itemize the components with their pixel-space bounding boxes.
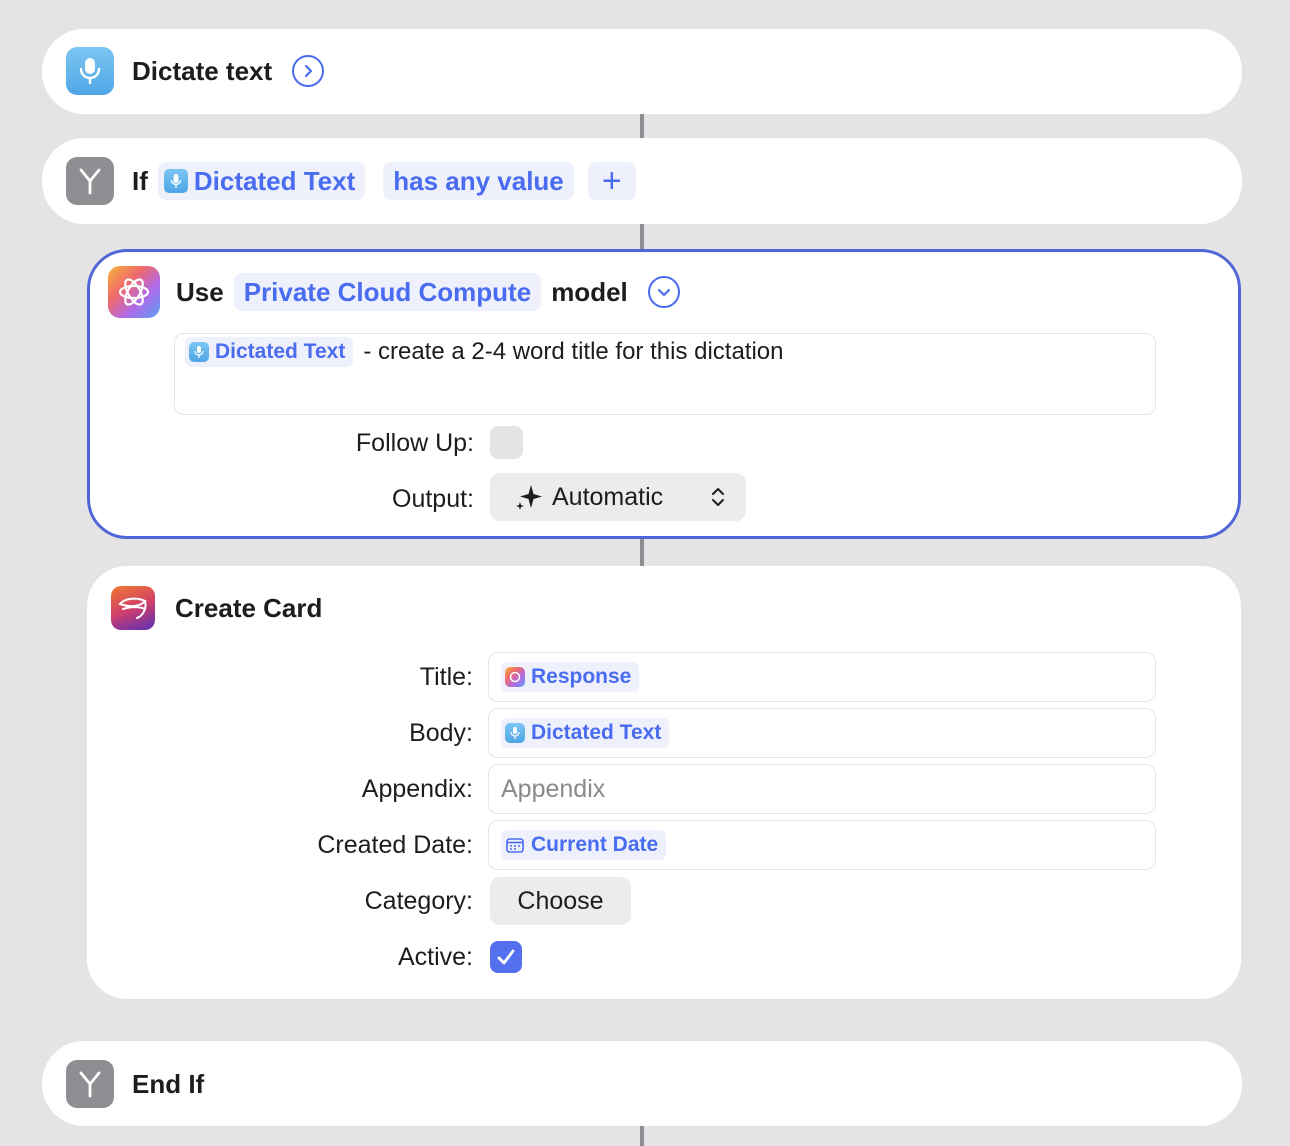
current-date-variable[interactable]: Current Date (501, 830, 667, 860)
connector-line (640, 224, 644, 250)
current-date-label: Current Date (531, 833, 659, 856)
title-label: Title: (419, 663, 473, 691)
dictated-text-label: Dictated Text (193, 165, 356, 196)
add-condition-button[interactable]: + (587, 161, 636, 200)
create-card-title: Create Card (175, 592, 323, 623)
chevron-down-icon[interactable] (647, 276, 680, 308)
dictated-text-label: Dictated Text (531, 721, 662, 744)
category-choose-button[interactable]: Choose (490, 877, 631, 925)
dictated-text-label: Dictated Text (215, 340, 346, 363)
microphone-icon (505, 723, 525, 743)
branch-icon (66, 1060, 114, 1108)
condition-selector[interactable]: has any value (383, 162, 574, 200)
created-date-label: Created Date: (317, 831, 473, 859)
output-value: Automatic (552, 482, 664, 511)
prompt-text: - create a 2-4 word title for this dicta… (363, 338, 784, 365)
active-checkbox[interactable] (490, 941, 522, 973)
microphone-icon (163, 169, 188, 193)
create-card-action[interactable]: Create Card Title: Response Body: Dictat… (87, 566, 1241, 999)
category-label: Category: (364, 887, 473, 915)
dictate-text-action[interactable]: Dictate text (42, 29, 1242, 114)
created-date-field[interactable]: Current Date (488, 820, 1156, 870)
title-field[interactable]: Response (488, 652, 1156, 702)
connector-line (640, 538, 644, 566)
end-if-title: End If (132, 1068, 205, 1099)
up-down-chevron-icon (712, 488, 724, 506)
active-label: Active: (397, 943, 473, 971)
apple-intelligence-icon (108, 266, 160, 318)
response-variable[interactable]: Response (501, 662, 640, 692)
appendix-field[interactable]: Appendix (488, 764, 1156, 814)
model-suffix: model (551, 276, 628, 307)
appendix-label: Appendix: (361, 775, 473, 803)
dictate-text-title: Dictate text (132, 55, 273, 86)
body-label: Body: (409, 719, 473, 747)
appendix-placeholder: Appendix (501, 774, 606, 803)
microphone-icon (189, 342, 209, 362)
prompt-input[interactable]: Dictated Text - create a 2-4 word title … (174, 333, 1156, 415)
dictated-text-variable[interactable]: Dictated Text (157, 162, 366, 200)
dictated-text-variable[interactable]: Dictated Text (185, 337, 354, 367)
apple-intelligence-icon (505, 667, 525, 687)
response-label: Response (531, 665, 632, 688)
if-keyword: If (132, 165, 148, 196)
output-selector[interactable]: Automatic (490, 473, 746, 521)
if-action[interactable]: If Dictated Text has any value + (42, 138, 1242, 224)
follow-up-checkbox[interactable] (490, 426, 523, 459)
chevron-right-icon[interactable] (292, 55, 325, 87)
calendar-icon (505, 835, 525, 855)
connector-line (640, 1126, 644, 1146)
connector-line (640, 114, 644, 138)
card-app-icon (111, 586, 155, 630)
model-selector[interactable]: Private Cloud Compute (233, 273, 542, 311)
use-model-action[interactable]: Use Private Cloud Compute model Dictated… (87, 249, 1241, 539)
follow-up-label: Follow Up: (355, 429, 474, 457)
output-label: Output: (392, 485, 474, 513)
dictated-text-variable[interactable]: Dictated Text (501, 718, 670, 748)
plus-icon: + (601, 161, 622, 200)
end-if-action[interactable]: End If (42, 1041, 1242, 1126)
checkmark-icon (497, 949, 515, 965)
sparkle-icon (516, 485, 542, 510)
use-label: Use (176, 276, 224, 307)
branch-icon (66, 157, 114, 205)
body-field[interactable]: Dictated Text (488, 708, 1156, 758)
microphone-icon (66, 47, 114, 95)
